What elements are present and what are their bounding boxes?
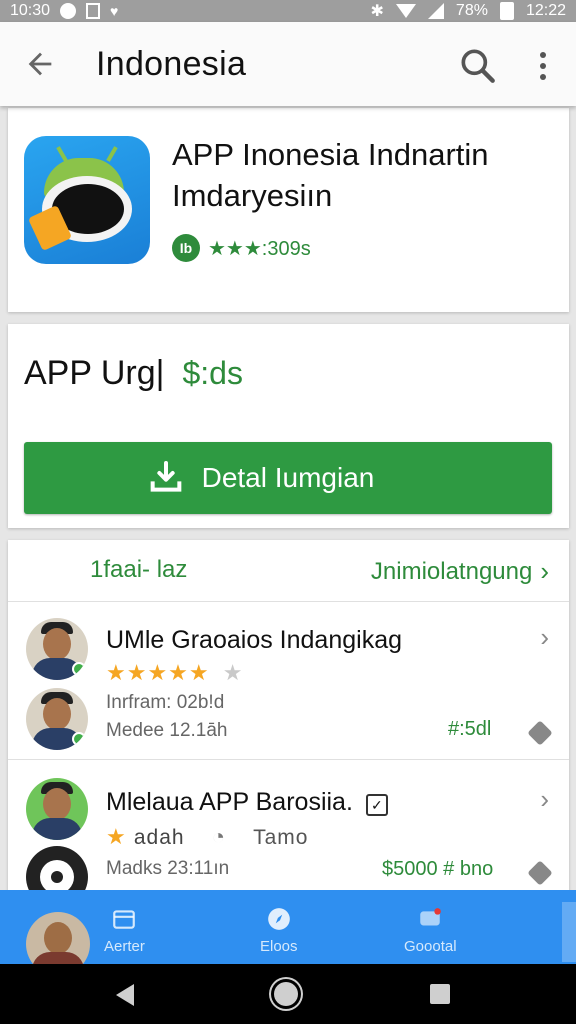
page-title: Indonesia	[96, 44, 247, 83]
chat-icon	[420, 908, 442, 926]
disc-center	[51, 871, 63, 883]
nav-label: Eloos	[260, 938, 298, 955]
star-empty-icon: ★	[222, 660, 244, 685]
compass-icon	[267, 908, 290, 930]
nav-item-aerter[interactable]: Aerter	[104, 906, 145, 955]
back-button[interactable]	[0, 22, 80, 106]
avatar	[26, 688, 88, 750]
status-time-left: 10:30	[10, 2, 51, 19]
tag-icon[interactable]	[527, 860, 553, 886]
review-author-text: Mlelaua APP Barosiia.	[106, 788, 353, 816]
reviews-tab-left[interactable]: 1faai- laz	[90, 556, 187, 584]
review-meta: Inrfram: 02b!d	[106, 692, 225, 713]
price-row: APP Urg| $:ds	[24, 354, 243, 393]
more-dot	[540, 63, 546, 69]
status-time-right: 12:22	[525, 2, 566, 19]
search-button[interactable]	[456, 44, 500, 88]
tag-icon[interactable]	[527, 720, 553, 746]
more-vert-icon	[540, 52, 546, 58]
bottom-navigation: Aerter Eloos Goootal	[0, 890, 576, 976]
status-bar: 10:30 ♥ ✱ 78% 12:22	[0, 0, 576, 22]
signal-icon	[427, 3, 444, 19]
system-back-icon[interactable]	[116, 984, 134, 1006]
arrow-left-icon	[28, 52, 52, 76]
head-shape	[43, 788, 71, 820]
head-shape	[43, 698, 71, 730]
review-item[interactable]: UMle Graoaios Indangikag › ★★★★★ ★ Inrfr…	[8, 606, 569, 760]
app-info-card: APP Inonesia Indnartin Imdaryesiın Ib ★★…	[8, 108, 569, 312]
reviews-header: 1faai- laz Jnimiolatngung ›	[8, 540, 569, 602]
nav-label: Aerter	[104, 938, 145, 955]
avatar	[26, 778, 88, 840]
verified-icon: ✓	[365, 794, 388, 816]
head-shape	[43, 628, 71, 660]
review-item[interactable]: Mlelaua APP Barosiia. ✓ › ★ adah ◔ Tamo …	[8, 762, 569, 908]
app-bar: Indonesia	[0, 22, 576, 106]
review-date: Medee 12.1āh	[106, 720, 228, 741]
review-author: UMle Graoaios Indangikag	[106, 626, 402, 654]
more-dot	[540, 74, 546, 80]
nav-item-eloos[interactable]: Eloos	[260, 906, 298, 955]
clock-icon: ◔	[211, 824, 226, 849]
sim-icon	[86, 3, 101, 19]
see-all-label: Jnimiolatngung	[370, 557, 533, 585]
review-stars: ★ adah ◔ Tamo	[106, 824, 308, 850]
more-options-button[interactable]	[528, 44, 558, 88]
see-all-link[interactable]: Jnimiolatngung ›	[371, 556, 549, 587]
notification-icon	[60, 3, 77, 19]
nav-overflow-edge	[562, 902, 576, 962]
bluetooth-icon: ✱	[370, 3, 384, 20]
price-card: APP Urg| $:ds Detal Iumgian	[8, 324, 569, 528]
star-icon: ★	[106, 824, 127, 849]
app-icon	[24, 136, 150, 264]
star-text: adah	[133, 826, 185, 849]
online-badge-icon	[72, 732, 86, 746]
rating-text: ★★★:309s	[208, 237, 311, 260]
review-stars: ★★★★★ ★	[106, 660, 243, 686]
system-home-icon[interactable]	[274, 982, 298, 1006]
battery-icon	[499, 2, 514, 20]
install-button[interactable]: Detal Iumgian	[24, 442, 552, 514]
rating-badge: Ib	[172, 234, 200, 262]
chevron-right-icon[interactable]: ›	[540, 784, 549, 815]
body-shape	[32, 818, 82, 840]
price-label: APP Urg|	[24, 354, 165, 392]
head-shape	[44, 922, 72, 954]
review-date: Madks 23:11ın	[106, 858, 230, 879]
review-value: #:5dl	[448, 718, 492, 740]
system-recents-icon[interactable]	[430, 984, 450, 1004]
avatar	[26, 618, 88, 680]
reviews-card: 1faai- laz Jnimiolatngung › UMle Graoaio…	[8, 540, 569, 908]
calendar-icon	[113, 910, 136, 929]
nav-item-goootal[interactable]: Goootal	[404, 906, 457, 955]
chevron-right-icon: ›	[540, 556, 549, 586]
app-title: APP Inonesia Indnartin Imdaryesiın	[172, 137, 489, 213]
download-icon	[150, 461, 182, 492]
heart-icon: ♥	[110, 3, 119, 19]
review-value: $5000 # bno	[382, 858, 494, 880]
nav-label: Goootal	[404, 938, 457, 955]
battery-percent: 78%	[455, 2, 488, 19]
review-author: Mlelaua APP Barosiia. ✓	[106, 788, 388, 817]
wifi-icon	[395, 4, 416, 18]
app-rating: Ib ★★★:309s	[172, 234, 311, 262]
price-value: $:ds	[182, 355, 243, 391]
online-badge-icon	[72, 662, 86, 676]
chevron-right-icon[interactable]: ›	[540, 622, 549, 653]
search-icon	[461, 49, 495, 83]
tag-text: Tamo	[253, 826, 309, 849]
install-label: Detal Iumgian	[201, 462, 375, 493]
stars-filled: ★★★★★	[106, 660, 210, 685]
antenna	[106, 146, 118, 162]
system-navigation-bar	[0, 964, 576, 1024]
